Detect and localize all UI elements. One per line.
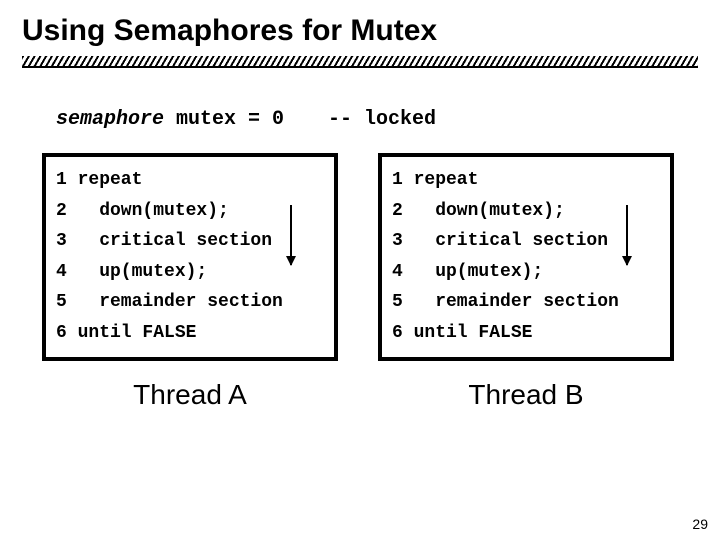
code-line: 3 critical section (392, 226, 660, 257)
thread-b-label: Thread B (378, 379, 674, 411)
code-line: 1 repeat (392, 165, 660, 196)
arrow-icon (626, 205, 628, 265)
slide-title: Using Semaphores for Mutex (0, 0, 720, 52)
code-line: 3 critical section (56, 226, 324, 257)
code-line: 5 remainder section (392, 287, 660, 318)
code-line: 4 up(mutex); (56, 257, 324, 288)
declaration-left: semaphore mutex = 0 (56, 108, 328, 131)
code-line: 2 down(mutex); (392, 196, 660, 227)
declaration-row: semaphore mutex = 0 -- locked (0, 108, 720, 131)
code-line: 5 remainder section (56, 287, 324, 318)
code-boxes: 1 repeat 2 down(mutex); 3 critical secti… (42, 153, 678, 361)
code-line: 6 until FALSE (392, 318, 660, 349)
declaration-comment: -- locked (328, 108, 436, 131)
code-line: 1 repeat (56, 165, 324, 196)
thread-b-box: 1 repeat 2 down(mutex); 3 critical secti… (378, 153, 674, 361)
thread-labels: Thread A Thread B (42, 379, 678, 411)
code-line: 4 up(mutex); (392, 257, 660, 288)
arrow-icon (290, 205, 292, 265)
code-line: 6 until FALSE (56, 318, 324, 349)
page-number: 29 (692, 516, 708, 532)
declaration-keyword: semaphore (56, 108, 164, 131)
thread-a-label: Thread A (42, 379, 338, 411)
declaration-expr: mutex = 0 (164, 108, 284, 131)
code-line: 2 down(mutex); (56, 196, 324, 227)
thread-a-box: 1 repeat 2 down(mutex); 3 critical secti… (42, 153, 338, 361)
title-rule (22, 56, 698, 68)
